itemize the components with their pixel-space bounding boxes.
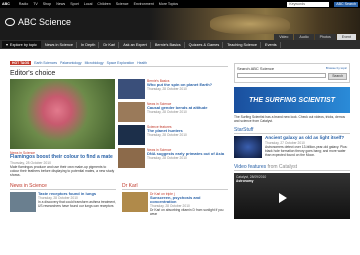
item-date: Thursday, 28 October 2010 [147,133,187,138]
video-features: Video features from Catalyst Catalyst, 2… [234,164,350,220]
feature-caption: News in Science Flamingos boost their co… [10,151,115,177]
list-item[interactable]: Bernie's Basics Who put the spin on plane… [118,79,228,99]
item-date: Thursday, 28 October 2010 [147,110,187,115]
site-brand[interactable]: ABC Science [5,17,71,27]
planet-thumbnail[interactable] [118,125,145,145]
tab-audio[interactable]: Audio [294,34,314,40]
masthead: ABC Science Video Audio Photos Event [0,8,360,40]
nav-sport[interactable]: Sport [70,2,79,6]
subnav-ask-an-expert[interactable]: Ask an Expert [120,41,151,48]
subnav-events[interactable]: Events [262,41,281,48]
video-source[interactable]: from Catalyst [268,164,297,170]
item-date: Thursday, 28 October 2010 [147,156,187,161]
video-heading[interactable]: Video features [234,164,266,170]
main-content: HOT TAGS Earth Sciences Palaeontology Mi… [10,61,228,216]
search-button[interactable]: Search [328,73,347,80]
right-sidebar: Search ABC Science Browse by topic Search… [234,63,350,220]
section-heading[interactable]: Dr Karl [122,183,228,190]
earth-thumbnail[interactable] [118,79,145,99]
abc-home-link[interactable]: ABC [2,2,10,6]
subnav-quizzes-games[interactable]: Quizzes & Games [186,41,224,48]
search-label: Search ABC Science [237,66,275,71]
hot-tag-link[interactable]: Health [137,61,147,65]
subnav-teaching-science[interactable]: Teaching Science [224,41,262,48]
nav-tv[interactable]: TV [33,2,38,6]
item-date: Thursday, 28 October 2010 [147,87,187,92]
lizard-thumbnail[interactable] [118,102,145,122]
nav-radio[interactable]: Radio [19,2,28,6]
hot-tag-link[interactable]: Microbiology [85,61,104,65]
search-panel: Search ABC Science Browse by topic Search [234,63,350,83]
hot-tag-link[interactable]: Space Exploration [107,61,135,65]
editors-choice-heading: Editor's choice [10,70,56,77]
section-navigation: ▾ Explore by topic News in Science In Dep… [0,40,360,49]
nav-children[interactable]: Children [97,2,110,6]
hot-tags-bar: HOT TAGS Earth Sciences Palaeontology Mi… [10,61,228,67]
starstuff-item[interactable]: Ancient galaxy as old as light itself? Th… [234,135,350,159]
item-title-link[interactable]: Ancient galaxy as old as light itself? [265,135,350,140]
browse-by-topic-link[interactable]: Browse by topic [326,66,347,71]
nav-local[interactable]: Local [84,2,93,6]
nav-environment[interactable]: Environment [134,2,154,6]
explore-by-topic-button[interactable]: ▾ Explore by topic [2,41,41,48]
news-in-science-section: News in Science Taste receptors found in… [10,183,116,216]
video-player[interactable]: Catalyst, 28/09/2010 Astronomy [234,173,350,220]
item-description: Astronomers detect over 13-billion-year-… [265,144,348,158]
play-icon[interactable] [279,193,287,204]
list-item[interactable]: News in Science DNA suggests early primat… [118,148,228,168]
editors-choice-list: Bernie's Basics Who put the spin on plane… [118,79,228,177]
top-navigation: ABC Radio TV Shop News Sport Local Child… [0,0,360,8]
tab-video[interactable]: Video [274,34,294,40]
media-tabs: Video Audio Photos Event [274,34,356,40]
subnav-news-in-science[interactable]: News in Science [42,41,77,48]
subnav-in-depth[interactable]: In Depth [78,41,100,48]
tab-photos[interactable]: Photos [314,34,336,40]
hot-tag-link[interactable]: Palaeontology [60,61,82,65]
hot-tags-label: HOT TAGS [10,61,32,65]
nav-more-topics[interactable]: More Topics [159,2,178,6]
subnav-bernies-basics[interactable]: Bernie's Basics [152,41,185,48]
lower-sections: News in Science Taste receptors found in… [10,183,228,216]
list-item[interactable]: Science features The planet hunters Thursd… [118,125,228,145]
search-input[interactable] [237,73,327,78]
item-title-link[interactable]: Sunscreen, psychosis and concentration [150,195,228,204]
galaxy-thumbnail[interactable] [234,136,262,159]
site-title: ABC Science [18,17,72,27]
primate-thumbnail[interactable] [118,148,145,168]
tab-event[interactable]: Event [336,34,356,40]
chevron-down-icon: ▾ [6,43,8,47]
banner-caption: The Surfing Scientist has a brand new lo… [234,115,346,124]
hot-tag-link[interactable]: Earth Sciences [34,61,57,65]
sunscreen-thumbnail[interactable] [122,191,148,212]
flamingo-feature-image[interactable] [10,79,115,149]
subnav-dr-karl[interactable]: Dr Karl [100,41,120,48]
abc-search-button[interactable]: ABC Search [334,1,358,7]
explore-label: Explore by topic [9,42,37,47]
feature-description: Male flamingos produce and use their own… [10,164,115,177]
nav-shop[interactable]: Shop [43,2,51,6]
feature-title-link[interactable]: Flamingos boost their colour to find a m… [10,154,115,161]
video-label: Astronomy [236,179,254,184]
editors-choice: News in Science Flamingos boost their co… [10,79,228,177]
item-description: In a discovery that could transform asth… [38,199,116,208]
section-heading[interactable]: News in Science [10,183,116,190]
abc-logo-icon [5,18,15,26]
starstuff-heading[interactable]: StarStuff [234,127,350,135]
keyword-search-input[interactable]: Keywords [287,1,330,7]
item-description: Dr Karl on absorbing vitamin D from sunl… [150,207,224,216]
nav-news[interactable]: News [56,2,65,6]
lungs-thumbnail[interactable] [10,191,36,212]
dr-karl-section: Dr Karl Dr Karl on triple j Sunscreen, ps… [122,183,228,216]
list-item[interactable]: News in Science Causal gender bends at al… [118,102,228,122]
nav-science[interactable]: Science [116,2,129,6]
surfing-scientist-banner[interactable]: THE SURFING SCIENTIST [234,87,350,113]
